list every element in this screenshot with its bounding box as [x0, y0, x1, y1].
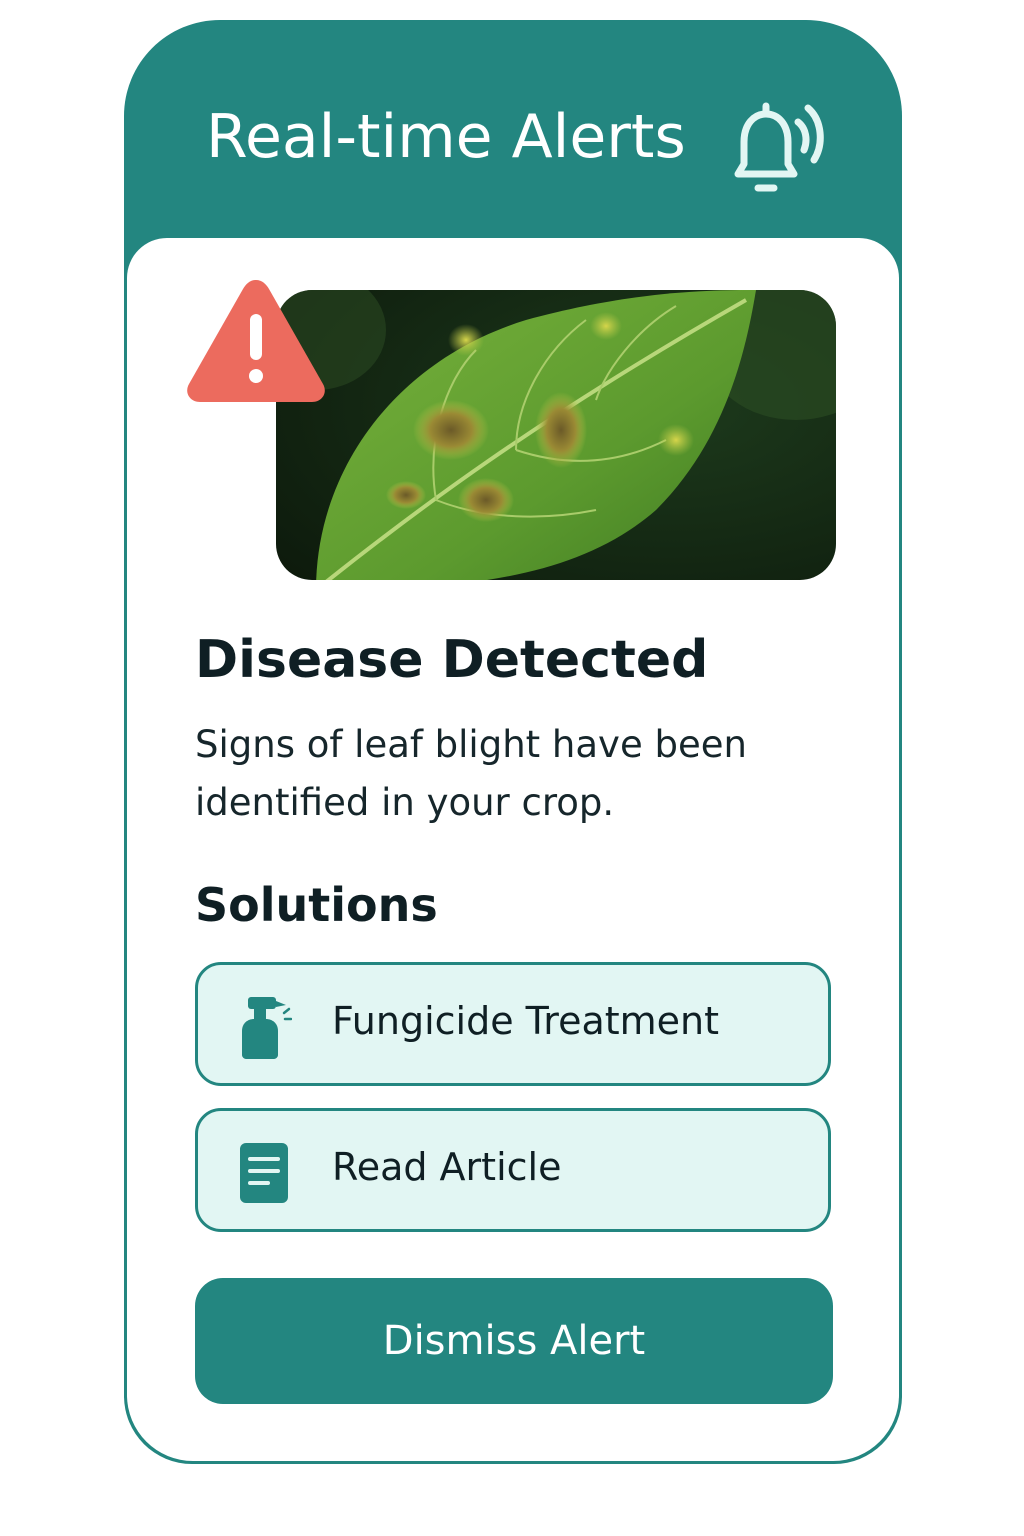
header: Real-time Alerts [124, 20, 902, 238]
alert-title: Disease Detected [195, 630, 709, 690]
leaf-photo [276, 290, 836, 580]
solutions-heading: Solutions [195, 878, 438, 932]
dismiss-alert-button[interactable]: Dismiss Alert [195, 1278, 833, 1404]
header-title: Real-time Alerts [206, 102, 686, 172]
alert-card: Disease Detected Signs of leaf blight ha… [127, 238, 899, 1461]
alert-panel: Real-time Alerts Disease Detected Signs … [124, 20, 902, 1464]
bell-ringing-icon[interactable] [730, 94, 830, 198]
alert-description: Signs of leaf blight have been identifie… [195, 723, 747, 824]
read-article-label: Read Article [332, 1145, 562, 1189]
read-article-button[interactable]: Read Article [195, 1108, 831, 1232]
warning-triangle-icon [187, 280, 325, 402]
spray-bottle-icon [242, 997, 292, 1059]
fungicide-treatment-button[interactable]: Fungicide Treatment [195, 962, 831, 1086]
fungicide-treatment-label: Fungicide Treatment [332, 999, 720, 1043]
document-icon [240, 1143, 288, 1203]
